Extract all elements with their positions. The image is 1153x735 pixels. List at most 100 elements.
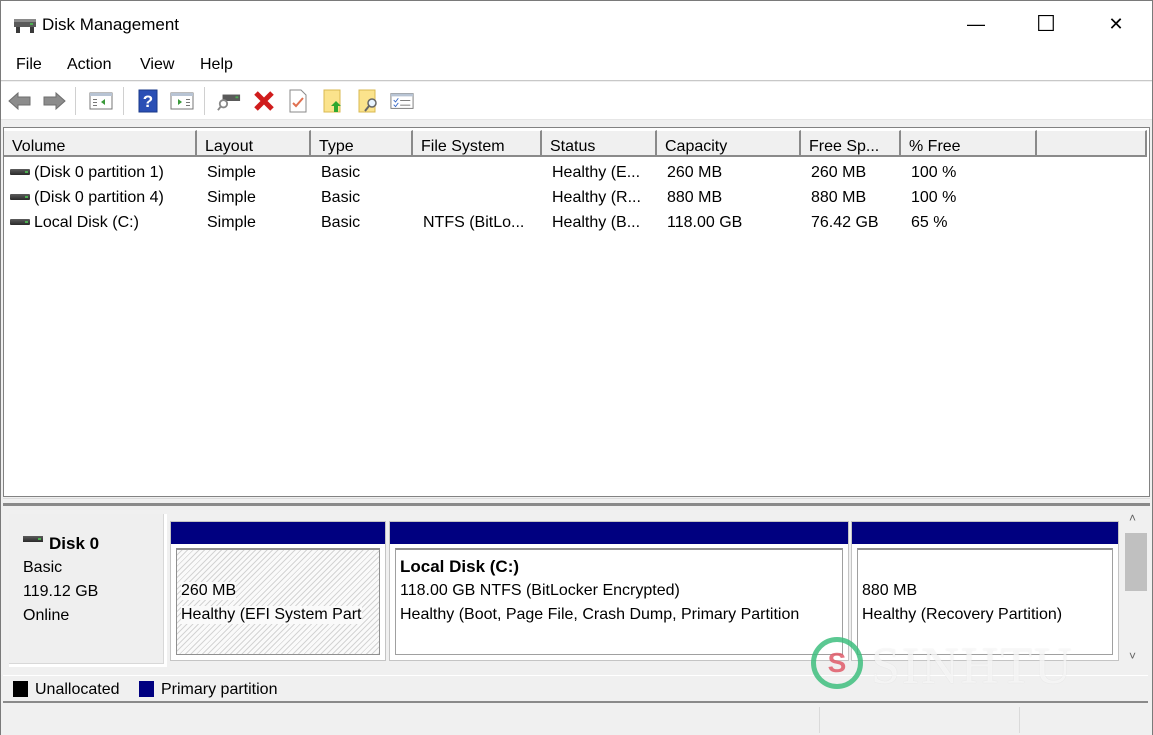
partition-body: 260 MB Healthy (EFI System Part xyxy=(176,548,380,655)
column-header-empty[interactable] xyxy=(1037,130,1147,157)
column-header-volume[interactable]: Volume xyxy=(4,130,197,157)
scrollbar-thumb[interactable] xyxy=(1125,533,1147,591)
column-header-percent-free[interactable]: % Free xyxy=(901,130,1037,157)
show-hide-action-pane-icon xyxy=(170,92,194,110)
show-hide-action-pane-button[interactable] xyxy=(170,89,194,113)
maximize-icon: ☐ xyxy=(1036,11,1056,36)
cell-percent-free: 100 % xyxy=(911,164,957,181)
legend: Unallocated Primary partition xyxy=(3,675,1148,703)
svg-text:?: ? xyxy=(143,92,153,111)
cell-type: Basic xyxy=(321,214,361,231)
minimize-button[interactable]: — xyxy=(941,1,1011,47)
disk-icon xyxy=(23,536,43,542)
find-button[interactable] xyxy=(356,89,380,113)
table-row[interactable]: (Disk 0 partition 1) Simple Basic Health… xyxy=(4,160,1144,185)
cell-capacity: 260 MB xyxy=(667,164,723,181)
status-separator xyxy=(1019,707,1020,733)
table-row[interactable]: Local Disk (C:) Simple Basic NTFS (BitLo… xyxy=(4,210,1144,235)
partition-local-disk-c[interactable]: Local Disk (C:) 118.00 GB NTFS (BitLocke… xyxy=(389,521,849,661)
checklist-button[interactable] xyxy=(390,89,414,113)
cell-file-system: NTFS (BitLo... xyxy=(423,214,525,231)
status-bar xyxy=(1,705,1152,735)
disk-size: 119.12 GB xyxy=(23,583,99,600)
close-button[interactable]: ✕ xyxy=(1081,1,1151,47)
partition-recovery[interactable]: 880 MB Healthy (Recovery Partition) xyxy=(851,521,1119,661)
column-header-free-space[interactable]: Free Sp... xyxy=(801,130,901,157)
cell-layout: Simple xyxy=(207,164,256,181)
import-folder-icon xyxy=(323,89,341,113)
toolbar-separator xyxy=(123,87,124,115)
primary-partition-swatch xyxy=(139,681,154,697)
back-button[interactable] xyxy=(8,89,32,113)
primary-partition-bar xyxy=(852,522,1118,544)
connect-virtual-disk-button[interactable] xyxy=(217,89,241,113)
properties-icon xyxy=(289,89,307,113)
show-hide-console-tree-button[interactable] xyxy=(89,89,113,113)
status-separator xyxy=(819,707,820,733)
disk-graphical-view: Disk 0 Basic 119.12 GB Online 260 MB Hea… xyxy=(3,509,1150,675)
connect-virtual-disk-icon xyxy=(217,94,241,111)
legend-primary-partition: Primary partition xyxy=(161,681,278,698)
forward-arrow-icon xyxy=(43,91,66,111)
partition-size: 260 MB xyxy=(181,582,237,600)
cell-capacity: 118.00 GB xyxy=(667,214,743,231)
pane-splitter[interactable] xyxy=(3,498,1150,506)
menu-action[interactable]: Action xyxy=(67,56,111,74)
disk-management-icon xyxy=(14,19,36,33)
menu-view[interactable]: View xyxy=(140,56,174,74)
forward-button[interactable] xyxy=(42,89,66,113)
volume-icon xyxy=(10,219,30,225)
cell-volume: (Disk 0 partition 4) xyxy=(34,189,164,206)
cell-percent-free: 100 % xyxy=(911,189,957,206)
import-button[interactable] xyxy=(321,89,345,113)
window-title: Disk Management xyxy=(42,15,180,34)
delete-icon xyxy=(254,91,274,111)
title-bar: Disk Management — ☐ ✕ xyxy=(1,1,1152,49)
partition-title: Local Disk (C:) xyxy=(400,557,520,577)
partition-status: Healthy (EFI System Part xyxy=(181,606,362,624)
menu-bar: File Action View Help xyxy=(1,49,1152,81)
disk-type: Basic xyxy=(23,559,63,576)
cell-free-space: 880 MB xyxy=(811,189,867,206)
partition-body: Local Disk (C:) 118.00 GB NTFS (BitLocke… xyxy=(395,548,843,655)
back-arrow-icon xyxy=(8,91,31,111)
maximize-button[interactable]: ☐ xyxy=(1011,1,1081,47)
disk-name: Disk 0 xyxy=(49,534,100,553)
primary-partition-bar xyxy=(390,522,848,544)
help-icon: ? xyxy=(138,89,158,113)
properties-button[interactable] xyxy=(286,89,310,113)
cell-percent-free: 65 % xyxy=(911,214,948,231)
toolbar-separator xyxy=(204,87,205,115)
cell-status: Healthy (R... xyxy=(552,189,641,206)
cell-free-space: 76.42 GB xyxy=(811,214,879,231)
cell-status: Healthy (B... xyxy=(552,214,641,231)
scroll-up-icon[interactable]: ˄ xyxy=(1129,511,1136,525)
partition-status: Healthy (Recovery Partition) xyxy=(862,606,1063,624)
partition-efi[interactable]: 260 MB Healthy (EFI System Part xyxy=(170,521,386,661)
cell-type: Basic xyxy=(321,189,361,206)
cell-volume: Local Disk (C:) xyxy=(34,214,139,231)
partition-status: Healthy (Boot, Page File, Crash Dump, Pr… xyxy=(400,606,800,624)
toolbar-separator xyxy=(75,87,76,115)
column-header-layout[interactable]: Layout xyxy=(197,130,311,157)
disk-0-label[interactable]: Disk 0 Basic 119.12 GB Online xyxy=(9,514,167,667)
column-header-capacity[interactable]: Capacity xyxy=(657,130,801,157)
help-button[interactable]: ? xyxy=(136,89,160,113)
column-header-file-system[interactable]: File System xyxy=(413,130,542,157)
minimize-icon: — xyxy=(967,13,985,34)
cell-type: Basic xyxy=(321,164,361,181)
scroll-down-icon[interactable]: ˅ xyxy=(1129,649,1136,663)
column-header-status[interactable]: Status xyxy=(542,130,657,157)
toolbar: ? xyxy=(1,82,1152,120)
checklist-icon xyxy=(390,93,414,109)
legend-unallocated: Unallocated xyxy=(35,681,120,698)
unallocated-swatch xyxy=(13,681,28,697)
show-hide-console-tree-icon xyxy=(89,92,113,110)
column-header-type[interactable]: Type xyxy=(311,130,413,157)
menu-help[interactable]: Help xyxy=(200,56,233,74)
volume-icon xyxy=(10,194,30,200)
menu-file[interactable]: File xyxy=(16,56,42,74)
delete-button[interactable] xyxy=(252,89,276,113)
vertical-scrollbar[interactable]: ˄ ˅ xyxy=(1123,509,1149,675)
table-row[interactable]: (Disk 0 partition 4) Simple Basic Health… xyxy=(4,185,1144,210)
